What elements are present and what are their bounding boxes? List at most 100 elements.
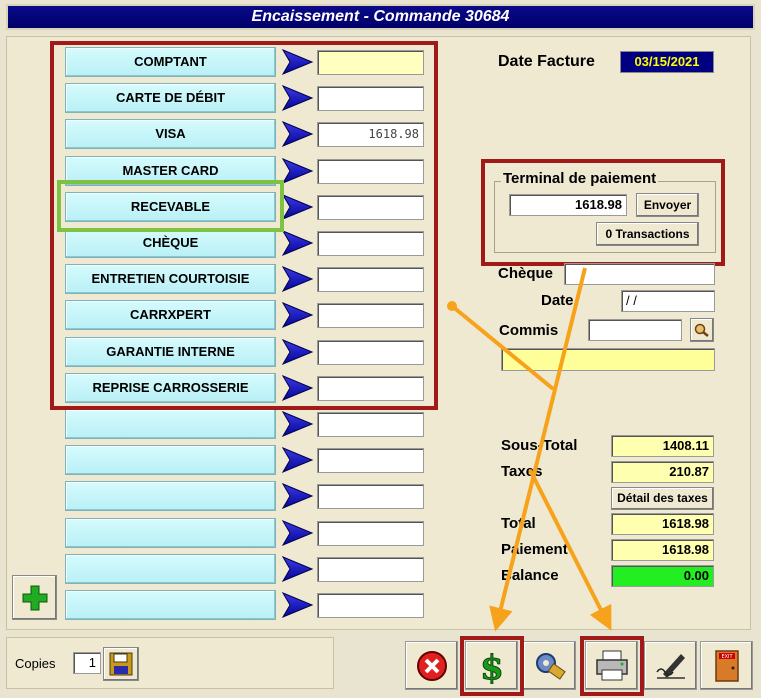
payment-method-button[interactable]: [65, 481, 276, 511]
play-arrow-icon: [281, 301, 314, 329]
payment-amount-field[interactable]: [317, 195, 424, 220]
payment-method-button[interactable]: [65, 518, 276, 548]
play-arrow-icon: [281, 229, 314, 257]
balance-value: 0.00: [611, 565, 714, 587]
apply-payment-arrow[interactable]: [281, 409, 314, 439]
transactions-button[interactable]: 0 Transactions: [596, 222, 699, 246]
payment-amount-field[interactable]: [317, 303, 424, 328]
payment-method-button[interactable]: REPRISE CARROSSERIE: [65, 373, 276, 403]
exit-button[interactable]: EXIT: [700, 641, 753, 690]
play-arrow-icon: [281, 374, 314, 402]
payment-amount-field[interactable]: [317, 484, 424, 509]
collect-payment-button[interactable]: $: [465, 641, 518, 690]
apply-payment-arrow[interactable]: [281, 373, 314, 403]
payment-method-button[interactable]: GARANTIE INTERNE: [65, 337, 276, 367]
payment-method-button[interactable]: [65, 554, 276, 584]
cancel-button[interactable]: [405, 641, 458, 690]
notes-field[interactable]: [501, 348, 715, 371]
printer-icon: [596, 650, 628, 681]
cancel-icon: [417, 651, 447, 681]
apply-payment-arrow[interactable]: [281, 300, 314, 330]
payment-amount-field[interactable]: [317, 267, 424, 292]
add-payment-button[interactable]: [12, 575, 57, 620]
payment-method-button[interactable]: [65, 445, 276, 475]
subtotal-label: Sous-Total: [501, 437, 578, 454]
date-facture-label: Date Facture: [498, 53, 595, 70]
play-arrow-icon: [281, 446, 314, 474]
play-arrow-icon: [281, 410, 314, 438]
total-value: 1618.98: [611, 513, 714, 535]
apply-payment-arrow[interactable]: [281, 192, 314, 222]
apply-payment-arrow[interactable]: [281, 518, 314, 548]
terminal-amount-field[interactable]: 1618.98: [509, 194, 627, 216]
payment-method-button[interactable]: [65, 409, 276, 439]
floppy-disk-icon: [109, 652, 133, 676]
apply-payment-arrow[interactable]: [281, 83, 314, 113]
copies-label: Copies: [15, 656, 56, 671]
payment-method-button[interactable]: VISA: [65, 119, 276, 149]
payment-amount-field[interactable]: [317, 86, 424, 111]
apply-payment-arrow[interactable]: [281, 156, 314, 186]
payment-method-button[interactable]: CARTE DE DÉBIT: [65, 83, 276, 113]
payment-amount-field[interactable]: [317, 557, 424, 582]
payment-amount-field[interactable]: [317, 448, 424, 473]
play-arrow-icon: [281, 193, 314, 221]
payment-amount-field[interactable]: [317, 50, 424, 75]
payment-amount-field[interactable]: [317, 412, 424, 437]
apply-payment-arrow[interactable]: [281, 337, 314, 367]
payment-method-button[interactable]: RECEVABLE: [65, 192, 276, 222]
apply-payment-arrow[interactable]: [281, 554, 314, 584]
date-facture-field[interactable]: 03/15/2021: [620, 51, 714, 73]
payment-method-button[interactable]: CARRXPERT: [65, 300, 276, 330]
apply-payment-arrow[interactable]: [281, 481, 314, 511]
payment-method-button[interactable]: CHÈQUE: [65, 228, 276, 258]
payment-method-button[interactable]: ENTRETIEN COURTOISIE: [65, 264, 276, 294]
play-arrow-icon: [281, 48, 314, 76]
settings-button[interactable]: [523, 641, 576, 690]
payment-amount-field[interactable]: [317, 376, 424, 401]
tax-detail-button[interactable]: Détail des taxes: [611, 487, 714, 510]
commis-field[interactable]: [588, 319, 682, 341]
payment-amount-field[interactable]: 1618.98: [317, 122, 424, 147]
apply-payment-arrow[interactable]: [281, 228, 314, 258]
svg-text:$: $: [480, 648, 504, 684]
payment-amount-field[interactable]: [317, 593, 424, 618]
payment-method-button[interactable]: COMPTANT: [65, 47, 276, 77]
play-arrow-icon: [281, 265, 314, 293]
payment-amount-field[interactable]: [317, 340, 424, 365]
dollar-icon: $: [480, 648, 505, 684]
play-arrow-icon: [281, 555, 314, 583]
sign-button[interactable]: [644, 641, 697, 690]
apply-payment-arrow[interactable]: [281, 264, 314, 294]
payment-amount-field[interactable]: [317, 521, 424, 546]
total-label: Total: [501, 515, 536, 532]
envoyer-button[interactable]: Envoyer: [636, 193, 699, 217]
commis-label: Commis: [499, 322, 559, 339]
cheque-date-field[interactable]: / /: [621, 290, 715, 312]
title-bar: Encaissement - Commande 30684: [0, 0, 761, 32]
print-button[interactable]: [585, 641, 638, 690]
svg-text:EXIT: EXIT: [721, 654, 733, 660]
payment-method-button[interactable]: [65, 590, 276, 620]
apply-payment-arrow[interactable]: [281, 445, 314, 475]
search-icon: [694, 323, 709, 337]
play-arrow-icon: [281, 84, 314, 112]
commis-search-button[interactable]: [690, 318, 714, 342]
play-arrow-icon: [281, 120, 314, 148]
play-arrow-icon: [281, 338, 314, 366]
apply-payment-arrow[interactable]: [281, 47, 314, 77]
play-arrow-icon: [281, 157, 314, 185]
payment-amount-field[interactable]: [317, 231, 424, 256]
apply-payment-arrow[interactable]: [281, 119, 314, 149]
payment-amount-field[interactable]: [317, 159, 424, 184]
copies-field[interactable]: 1: [73, 652, 101, 674]
cheque-field[interactable]: [564, 263, 715, 285]
settings-icon: [536, 653, 566, 680]
payment-method-button[interactable]: MASTER CARD: [65, 156, 276, 186]
balance-label: Balance: [501, 567, 559, 584]
exit-door-icon: EXIT: [715, 650, 739, 682]
save-copies-button[interactable]: [103, 647, 139, 681]
apply-payment-arrow[interactable]: [281, 590, 314, 620]
payment-value: 1618.98: [611, 539, 714, 561]
play-arrow-icon: [281, 519, 314, 547]
